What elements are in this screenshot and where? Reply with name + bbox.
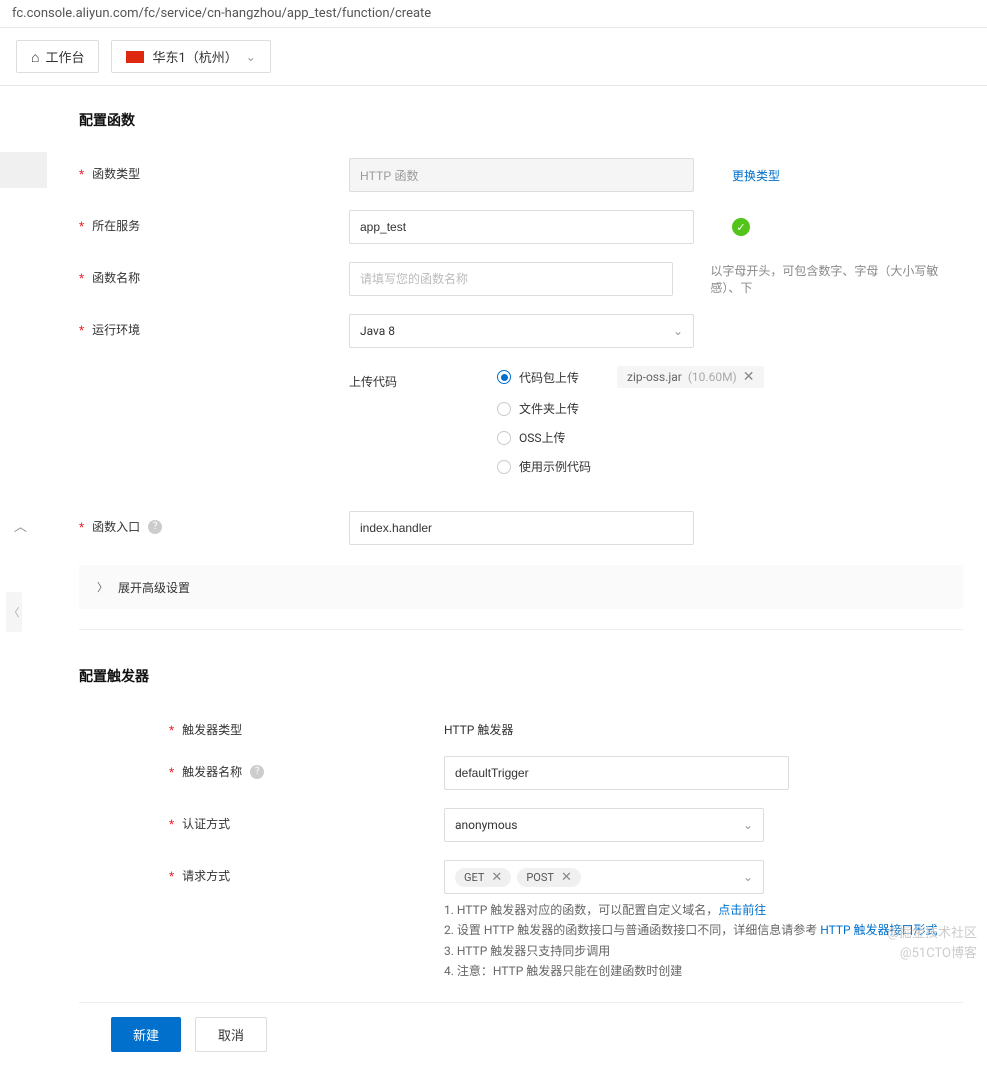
- url-bar: fc.console.aliyun.com/fc/service/cn-hang…: [0, 0, 987, 28]
- goto-domain-link[interactable]: 点击前往: [718, 903, 766, 917]
- function-name-hint: 以字母开头，可包含数字、字母（大小写敏感）、下: [710, 262, 963, 296]
- url-text: fc.console.aliyun.com/fc/service/cn-hang…: [12, 6, 431, 21]
- region-selector[interactable]: 华东1（杭州） ⌄: [111, 40, 270, 73]
- request-method-select[interactable]: GET ✕ POST ✕ ⌄: [444, 860, 764, 894]
- expand-advanced-button[interactable]: 〉 展开高级设置: [79, 565, 963, 609]
- radio-icon: [497, 370, 511, 384]
- radio-icon: [497, 460, 511, 474]
- trigger-notes: 1. HTTP 触发器对应的函数，可以配置自定义域名，点击前往 2. 设置 HT…: [444, 900, 963, 982]
- label-function-type: *函数类型: [79, 158, 349, 182]
- sidebar-active-tab[interactable]: [0, 152, 47, 188]
- function-name-input[interactable]: [349, 262, 673, 296]
- workbench-button[interactable]: ⌂ 工作台: [16, 40, 99, 73]
- footer-bar: 新建 取消: [79, 1002, 963, 1066]
- radio-sample[interactable]: 使用示例代码: [497, 458, 963, 475]
- collapse-up-icon[interactable]: ︿: [14, 516, 27, 535]
- method-tag-get: GET ✕: [455, 868, 511, 887]
- remove-file-icon[interactable]: ✕: [743, 369, 755, 385]
- chevron-down-icon: ⌄: [743, 818, 753, 832]
- label-runtime: *运行环境: [79, 314, 349, 338]
- label-request-method: *请求方式: [169, 860, 444, 884]
- label-auth-type: *认证方式: [169, 808, 444, 832]
- label-service: *所在服务: [79, 210, 349, 234]
- service-input[interactable]: [349, 210, 694, 244]
- collapse-left-icon[interactable]: 〈: [6, 592, 22, 632]
- chevron-right-icon: 〉: [97, 579, 108, 595]
- home-icon: ⌂: [31, 49, 39, 65]
- entrypoint-input[interactable]: [349, 511, 694, 545]
- trigger-name-input[interactable]: [444, 756, 789, 790]
- auth-type-select[interactable]: anonymous ⌄: [444, 808, 764, 842]
- chevron-down-icon: ⌄: [743, 870, 753, 884]
- left-sidebar: ︿ 〈: [0, 86, 47, 1090]
- label-entrypoint: *函数入口 ?: [79, 511, 349, 535]
- method-tag-post: POST ✕: [517, 868, 581, 887]
- remove-tag-icon[interactable]: ✕: [491, 870, 502, 885]
- change-type-link[interactable]: 更换类型: [732, 167, 780, 184]
- radio-icon: [497, 431, 511, 445]
- remove-tag-icon[interactable]: ✕: [561, 870, 572, 885]
- uploaded-file-chip: zip-oss.jar (10.60M) ✕: [617, 366, 764, 388]
- help-icon[interactable]: ?: [250, 765, 264, 779]
- top-bar: ⌂ 工作台 华东1（杭州） ⌄: [0, 28, 987, 86]
- runtime-select[interactable]: Java 8 ⌄: [349, 314, 694, 348]
- divider: [79, 629, 963, 630]
- radio-folder[interactable]: 文件夹上传: [497, 400, 963, 417]
- radio-oss[interactable]: OSS上传: [497, 429, 963, 446]
- workbench-label: 工作台: [45, 47, 84, 66]
- region-label: 华东1（杭州）: [152, 47, 237, 66]
- function-type-input: [349, 158, 694, 192]
- label-upload-code: 上传代码: [79, 366, 397, 390]
- label-trigger-type: *触发器类型: [169, 714, 444, 738]
- chevron-down-icon: ⌄: [673, 324, 683, 338]
- section-configure-function: 配置函数: [79, 110, 963, 130]
- section-configure-trigger: 配置触发器: [79, 666, 963, 686]
- label-trigger-name: *触发器名称 ?: [169, 756, 444, 780]
- trigger-type-value: HTTP 触发器: [444, 721, 513, 738]
- help-icon[interactable]: ?: [148, 520, 162, 534]
- label-function-name: *函数名称: [79, 262, 349, 286]
- http-trigger-form-link[interactable]: HTTP 触发器接口形式: [820, 923, 937, 937]
- flag-icon: [126, 51, 144, 63]
- radio-icon: [497, 402, 511, 416]
- cancel-button[interactable]: 取消: [195, 1017, 267, 1052]
- check-ok-icon: ✓: [732, 218, 750, 236]
- chevron-down-icon: ⌄: [246, 50, 256, 64]
- create-button[interactable]: 新建: [111, 1017, 181, 1052]
- radio-code-package[interactable]: 代码包上传 zip-oss.jar (10.60M) ✕: [497, 366, 963, 388]
